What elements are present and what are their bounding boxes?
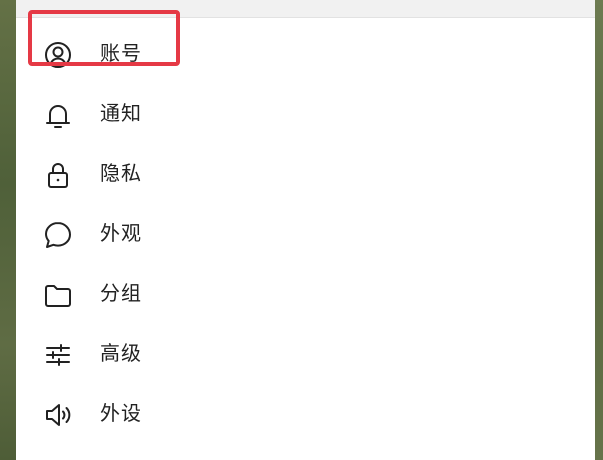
menu-item-label: 高级	[100, 341, 142, 365]
account-circle-icon	[42, 39, 74, 71]
desktop-background-left	[0, 0, 16, 460]
menu-item-peripherals[interactable]: 外设	[16, 388, 595, 440]
menu-item-privacy[interactable]: 隐私	[16, 148, 595, 200]
chat-bubble-icon	[42, 219, 74, 251]
speaker-icon	[42, 399, 74, 431]
menu-item-label: 外设	[100, 401, 142, 425]
settings-panel: 账号 通知 隐私 外观 分组 高级 外设	[16, 0, 595, 460]
menu-item-label: 通知	[100, 101, 142, 125]
menu-item-account[interactable]: 账号	[16, 28, 595, 80]
panel-top-strip	[16, 0, 595, 18]
menu-item-groups[interactable]: 分组	[16, 268, 595, 320]
menu-item-label: 外观	[100, 221, 142, 245]
menu-item-appearance[interactable]: 外观	[16, 208, 595, 260]
sliders-icon	[42, 339, 74, 371]
desktop-background-right	[595, 0, 603, 460]
bell-icon	[42, 99, 74, 131]
menu-item-label: 隐私	[100, 161, 142, 185]
menu-item-advanced[interactable]: 高级	[16, 328, 595, 380]
folder-icon	[42, 279, 74, 311]
menu-item-notifications[interactable]: 通知	[16, 88, 595, 140]
menu-item-label: 账号	[100, 41, 142, 65]
menu-item-label: 分组	[100, 281, 142, 305]
lock-icon	[42, 159, 74, 191]
